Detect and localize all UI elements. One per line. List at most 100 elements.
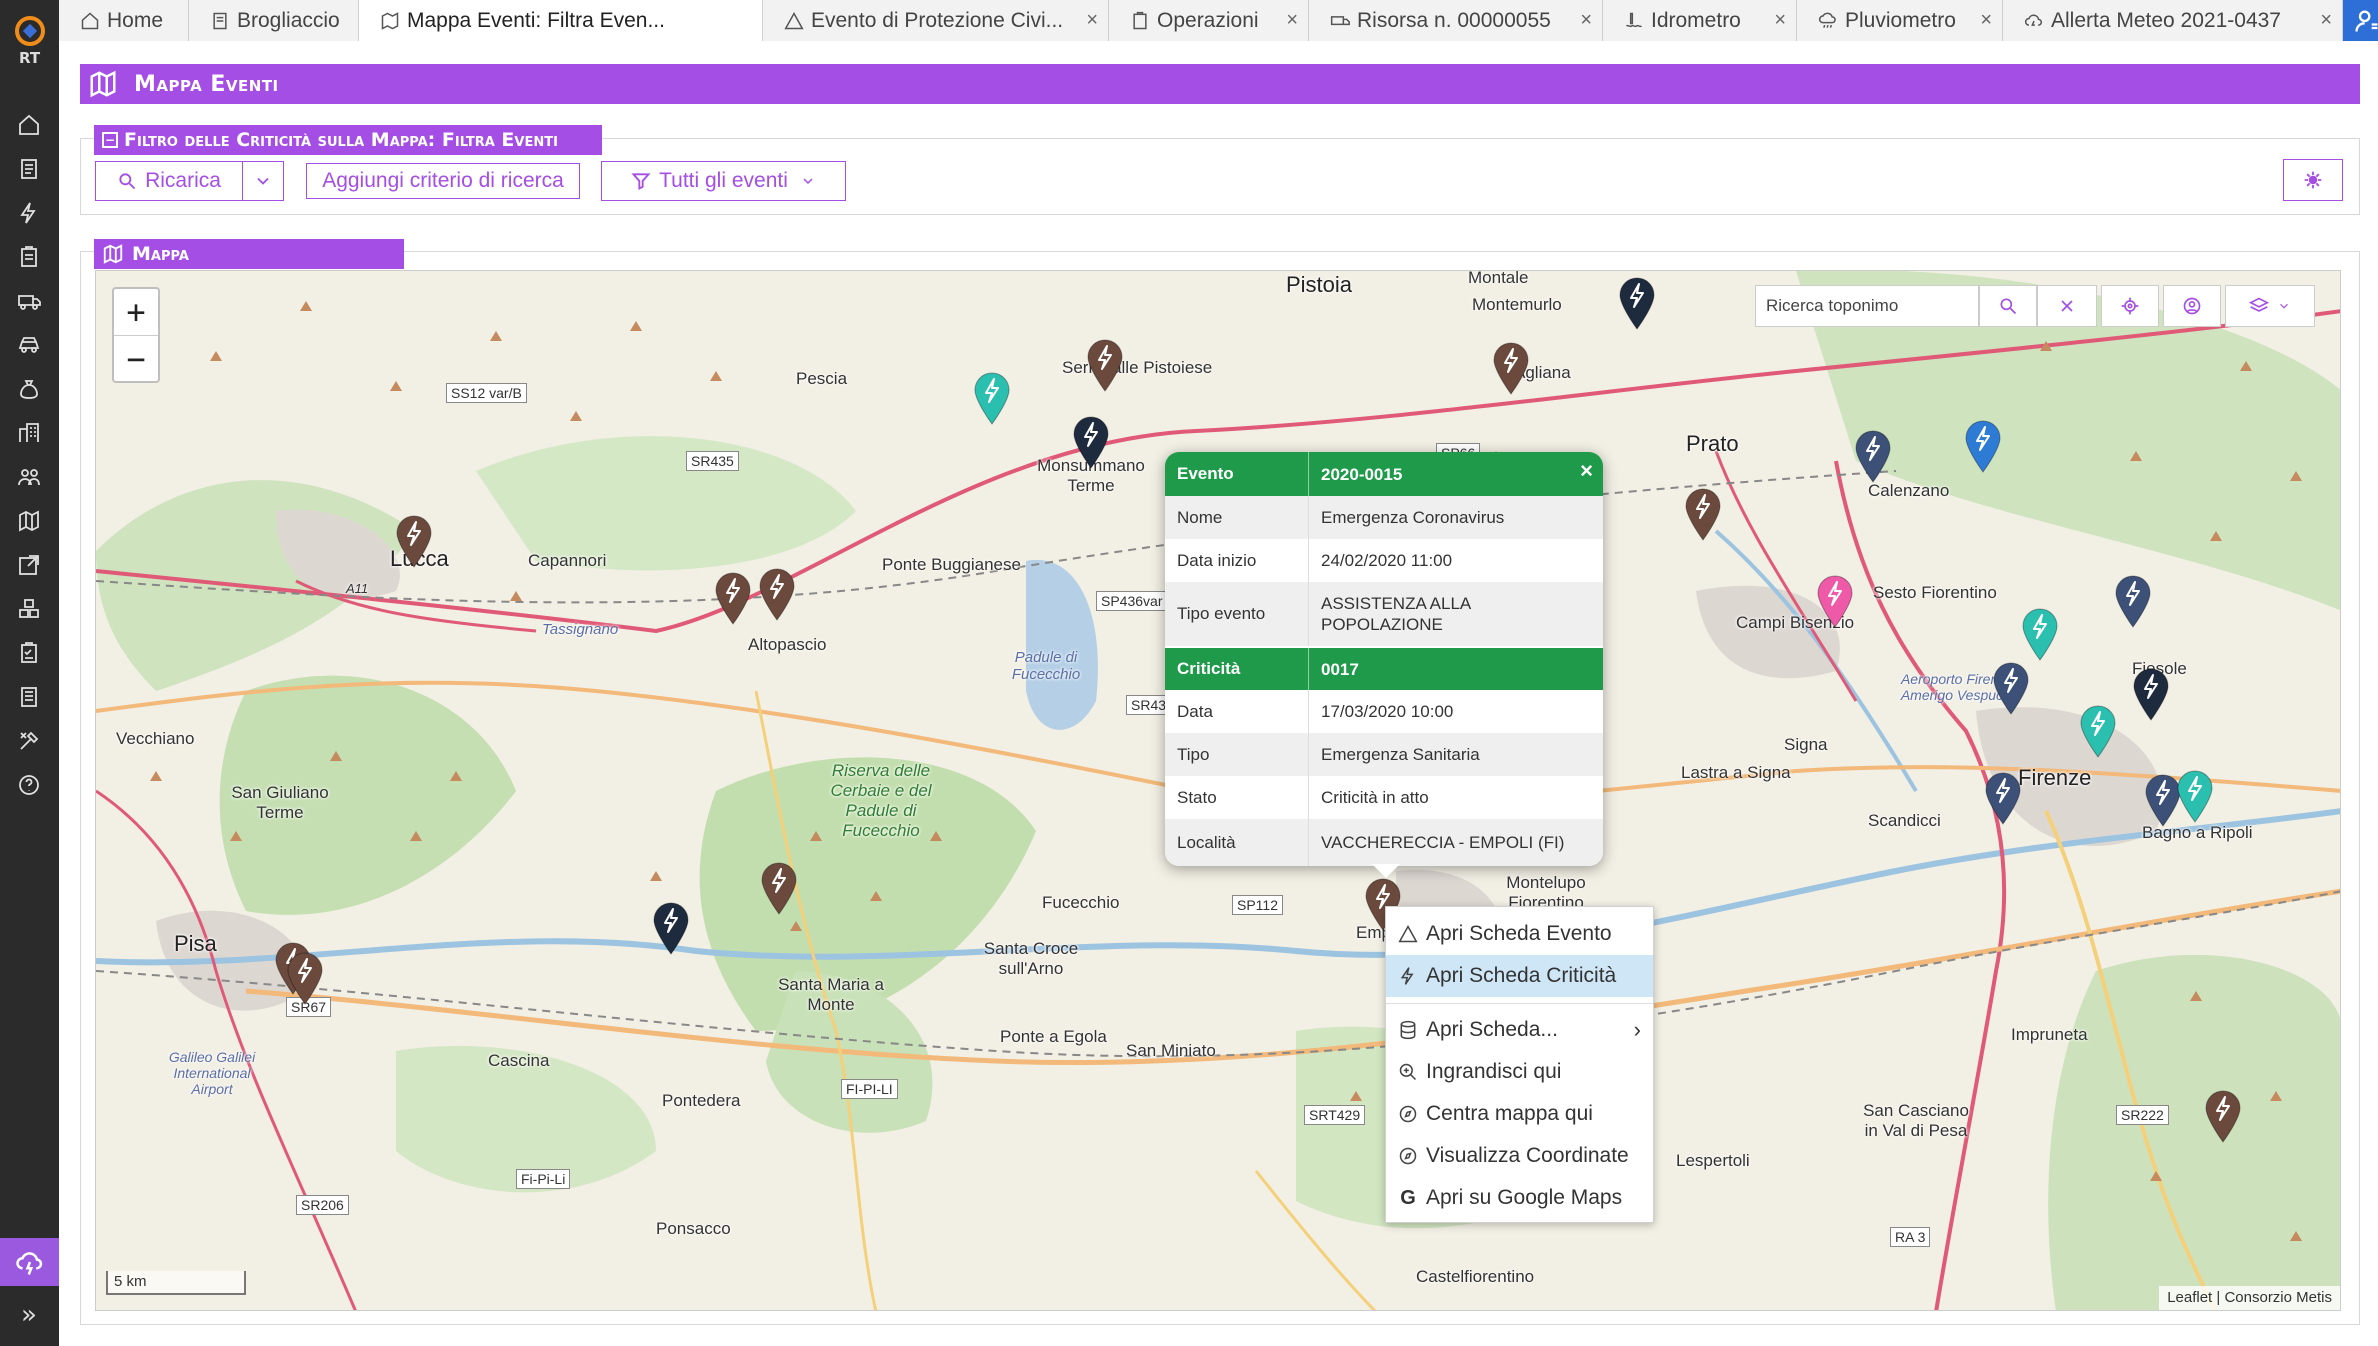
events-dropdown-label: Tutti gli eventi — [659, 169, 788, 192]
buildings-icon[interactable] — [14, 418, 44, 448]
report-icon[interactable] — [14, 682, 44, 712]
menu-item-google-maps[interactable]: G Apri su Google Maps — [1386, 1177, 1653, 1219]
map-icon[interactable] — [14, 506, 44, 536]
bolt-icon — [1400, 967, 1414, 985]
users-icon[interactable] — [14, 462, 44, 492]
user-location-button[interactable] — [2163, 285, 2221, 327]
close-icon[interactable]: × — [1980, 9, 1992, 32]
expand-sidebar-icon[interactable]: » — [14, 1300, 44, 1330]
event-marker[interactable] — [1684, 487, 1722, 541]
event-marker[interactable] — [2021, 607, 2059, 661]
event-marker[interactable] — [1984, 771, 2022, 825]
event-marker[interactable] — [286, 951, 324, 1005]
layers-dropdown[interactable] — [2225, 285, 2315, 327]
menu-item-open-criticity[interactable]: Apri Scheda Criticità — [1386, 955, 1653, 997]
external-link-icon[interactable] — [14, 550, 44, 580]
menu-item-zoom-here[interactable]: Ingrandisci qui — [1386, 1051, 1653, 1093]
event-marker[interactable] — [1854, 429, 1892, 483]
menu-item-show-coordinates[interactable]: Visualizza Coordinate — [1386, 1135, 1653, 1177]
reload-dropdown-button[interactable] — [242, 161, 284, 201]
add-criterion-button[interactable]: Aggiungi criterio di ricerca — [306, 163, 580, 199]
checklist-icon[interactable] — [14, 638, 44, 668]
event-marker[interactable] — [2079, 704, 2117, 758]
document-icon[interactable] — [14, 154, 44, 184]
google-icon: G — [1400, 1186, 1416, 1209]
bolt-icon — [653, 902, 689, 955]
boxes-icon[interactable] — [14, 594, 44, 624]
event-marker[interactable] — [2176, 769, 2214, 823]
event-marker[interactable] — [1072, 415, 1110, 469]
close-icon[interactable]: × — [1286, 9, 1298, 32]
tab-mappa-eventi[interactable]: Mappa Eventi: Filtra Even... — [359, 0, 763, 41]
vehicle-icon[interactable] — [14, 330, 44, 360]
event-marker[interactable] — [714, 571, 752, 625]
tab-risorsa[interactable]: Risorsa n. 00000055 × — [1309, 0, 1603, 41]
close-icon[interactable]: × — [1580, 9, 1592, 32]
event-marker[interactable] — [395, 514, 433, 568]
event-marker[interactable] — [758, 567, 796, 621]
tab-evento-protezione-civile[interactable]: Evento di Protezione Civi... × — [763, 0, 1109, 41]
place-label: Sesto Fiorentino — [1873, 583, 1997, 602]
event-marker[interactable] — [2114, 574, 2152, 628]
menu-item-open-event[interactable]: Apri Scheda Evento — [1386, 913, 1653, 955]
close-icon[interactable]: × — [1086, 9, 1098, 32]
event-marker[interactable] — [1964, 419, 2002, 473]
tab-home[interactable]: Home — [59, 0, 189, 41]
menu-item-open-sheet[interactable]: Apri Scheda... › — [1386, 1009, 1653, 1051]
event-marker[interactable] — [973, 371, 1011, 425]
place-label: Montemurlo — [1472, 295, 1562, 314]
locate-button[interactable] — [2101, 285, 2159, 327]
popup-close-button[interactable]: × — [1580, 458, 1593, 484]
event-marker[interactable] — [1492, 341, 1530, 395]
road-shield: SRT429 — [1304, 1105, 1366, 1125]
clear-search-button[interactable] — [2037, 285, 2097, 327]
bolt-icon[interactable] — [14, 198, 44, 228]
truck-icon[interactable] — [14, 286, 44, 316]
event-marker[interactable] — [1618, 276, 1656, 330]
collapse-icon[interactable]: − — [102, 132, 118, 148]
toponym-search-input[interactable]: Ricerca toponimo — [1755, 285, 1979, 327]
event-marker[interactable] — [1816, 574, 1854, 628]
tools-icon[interactable] — [14, 726, 44, 756]
user-settings-icon[interactable] — [2353, 7, 2378, 35]
settings-button[interactable] — [2283, 159, 2343, 201]
search-button[interactable] — [1979, 285, 2037, 327]
event-marker[interactable] — [652, 901, 690, 955]
user-area[interactable] — [2343, 0, 2378, 41]
zoom-out-button[interactable]: − — [114, 335, 158, 381]
water-gauge-icon — [1623, 10, 1645, 32]
weather-alert-icon[interactable] — [0, 1238, 59, 1286]
clipboard-icon[interactable] — [14, 242, 44, 272]
menu-item-center-map[interactable]: Centra mappa qui — [1386, 1093, 1653, 1135]
map-attribution[interactable]: Leaflet | Consorzio Metis — [2159, 1286, 2340, 1310]
reload-button[interactable]: Ricarica — [95, 161, 243, 201]
logo-icon — [14, 15, 45, 46]
money-bag-icon[interactable] — [14, 374, 44, 404]
tab-pluviometro[interactable]: Pluviometro × — [1797, 0, 2003, 41]
help-icon[interactable] — [14, 770, 44, 800]
tab-idrometro[interactable]: Idrometro × — [1603, 0, 1797, 41]
tab-allerta-meteo[interactable]: Allerta Meteo 2021-0437 × — [2003, 0, 2343, 41]
place-label: Riserva delle Cerbaie e del Padule di Fu… — [830, 761, 932, 840]
tab-operazioni[interactable]: Operazioni × — [1109, 0, 1309, 41]
popup-row: Tipo Emergenza Sanitaria — [1165, 733, 1603, 776]
close-icon[interactable]: × — [2320, 9, 2332, 32]
zoom-in-button[interactable]: + — [114, 289, 158, 335]
page-title: Mappa Eventi — [134, 71, 279, 97]
filter-panel-title[interactable]: − Filtro delle Criticità sulla Mappa: Fi… — [94, 125, 602, 155]
event-marker[interactable] — [1992, 661, 2030, 715]
popup-key: Località — [1165, 819, 1309, 866]
events-filter-dropdown[interactable]: Tutti gli eventi — [601, 161, 846, 201]
filter-title-text: Filtro delle Criticità sulla Mappa: Filt… — [124, 129, 558, 151]
event-marker[interactable] — [1086, 338, 1124, 392]
event-marker[interactable] — [2204, 1089, 2242, 1143]
home-icon[interactable] — [14, 110, 44, 140]
event-marker[interactable] — [760, 861, 798, 915]
tab-brogliaccio[interactable]: Brogliaccio — [189, 0, 359, 41]
scale-bar: 5 km — [106, 1271, 246, 1295]
popup-value: Emergenza Coronavirus — [1321, 508, 1505, 527]
app-logo[interactable]: RT — [0, 0, 59, 82]
event-marker[interactable] — [2132, 667, 2170, 721]
place-label: Prato — [1686, 431, 1739, 456]
close-icon[interactable]: × — [1774, 9, 1786, 32]
